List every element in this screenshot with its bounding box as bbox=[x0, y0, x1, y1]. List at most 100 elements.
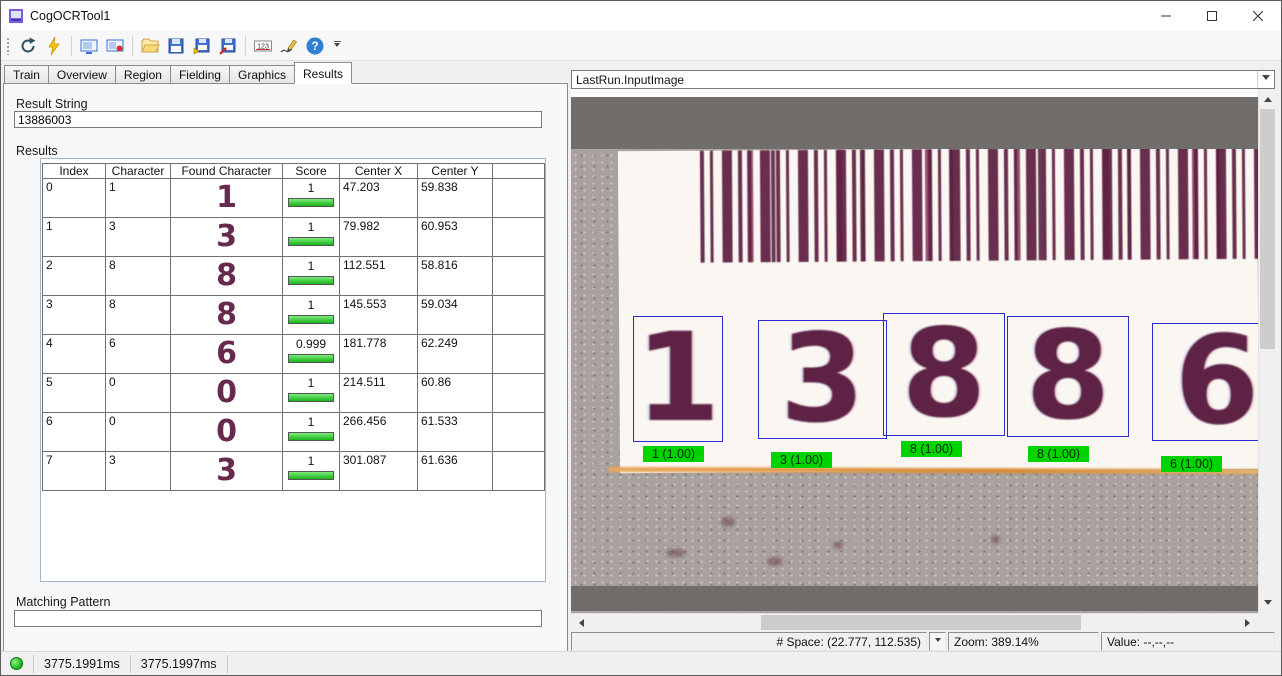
numeric-options-button[interactable]: 123 bbox=[251, 34, 275, 58]
horizontal-scrollbar[interactable] bbox=[571, 613, 1258, 630]
score-bar bbox=[288, 237, 334, 246]
detection-score-label: 6 (1.00) bbox=[1161, 456, 1222, 472]
cell-index: 0 bbox=[43, 179, 106, 218]
cell-character: 6 bbox=[106, 335, 171, 374]
image-source-combobox[interactable]: LastRun.InputImage bbox=[571, 70, 1275, 89]
tab-region[interactable]: Region bbox=[115, 65, 171, 84]
col-header-empty bbox=[493, 164, 545, 179]
cell-center-x: 79.982 bbox=[340, 218, 418, 257]
save-results-button[interactable] bbox=[190, 34, 214, 58]
score-bar-fill bbox=[289, 355, 333, 362]
table-row[interactable]: 5 0 0 1 214.511 60.86 bbox=[43, 374, 545, 413]
scroll-left-button[interactable] bbox=[571, 614, 588, 631]
cell-center-y: 61.636 bbox=[418, 452, 493, 491]
cell-character: 8 bbox=[106, 296, 171, 335]
results-label: Results bbox=[16, 144, 58, 158]
table-row[interactable]: 6 0 0 1 266.456 61.533 bbox=[43, 413, 545, 452]
scroll-right-button[interactable] bbox=[1241, 614, 1258, 631]
run-status-led bbox=[10, 657, 23, 670]
open-file-button[interactable] bbox=[138, 34, 162, 58]
scroll-down-button[interactable] bbox=[1259, 596, 1276, 613]
svg-text:?: ? bbox=[311, 41, 318, 53]
run-once-button[interactable] bbox=[42, 34, 66, 58]
triangle-right-icon bbox=[1245, 619, 1254, 627]
cell-center-x: 47.203 bbox=[340, 179, 418, 218]
app-icon bbox=[8, 8, 24, 24]
save-button[interactable] bbox=[164, 34, 188, 58]
cell-character: 8 bbox=[106, 257, 171, 296]
table-row[interactable]: 7 3 3 1 301.087 61.636 bbox=[43, 452, 545, 491]
matching-pattern-field[interactable] bbox=[14, 610, 542, 627]
minimize-button[interactable] bbox=[1143, 1, 1189, 30]
cell-character: 0 bbox=[106, 413, 171, 452]
maximize-icon bbox=[1207, 11, 1217, 21]
cell-index: 3 bbox=[43, 296, 106, 335]
chevron-down-icon bbox=[334, 43, 340, 50]
import-button[interactable] bbox=[216, 34, 240, 58]
image-source-dropdown-button[interactable] bbox=[1257, 71, 1274, 88]
vertical-scrollbar[interactable] bbox=[1258, 89, 1275, 613]
statusbar: 3775.1991ms 3775.1997ms bbox=[1, 651, 1281, 675]
close-button[interactable] bbox=[1235, 1, 1281, 30]
maximize-button[interactable] bbox=[1189, 1, 1235, 30]
vertical-scrollbar-thumb[interactable] bbox=[1260, 109, 1275, 349]
image-viewport[interactable]: 1 3 8 8 6 1 (1.00) 3 (1.00) 8 (1.00) 8 (… bbox=[571, 89, 1258, 613]
tab-overview[interactable]: Overview bbox=[48, 65, 116, 84]
cell-score: 1 bbox=[283, 218, 340, 257]
triangle-left-icon bbox=[575, 619, 584, 627]
table-row[interactable]: 1 3 3 1 79.982 60.953 bbox=[43, 218, 545, 257]
scroll-up-button[interactable] bbox=[1259, 89, 1276, 106]
cell-index: 1 bbox=[43, 218, 106, 257]
run-loop-button[interactable] bbox=[16, 34, 40, 58]
cell-empty bbox=[493, 374, 545, 413]
score-bar-fill bbox=[289, 316, 333, 323]
space-coordinates-cell: # Space: (22.777, 112.535) bbox=[571, 632, 927, 651]
signature-button[interactable] bbox=[277, 34, 301, 58]
toolbar-separator bbox=[132, 36, 133, 56]
save-floppy-icon bbox=[166, 36, 186, 56]
cell-score: 1 bbox=[283, 452, 340, 491]
col-header-center-y: Center Y bbox=[418, 164, 493, 179]
cell-center-y: 58.816 bbox=[418, 257, 493, 296]
tab-results[interactable]: Results bbox=[294, 62, 352, 84]
cell-center-x: 112.551 bbox=[340, 257, 418, 296]
tabstrip: Train Overview Region Fielding Graphics … bbox=[4, 62, 351, 84]
detected-digit: 8 bbox=[1026, 329, 1111, 424]
cell-center-y: 62.249 bbox=[418, 335, 493, 374]
detection-score-label: 8 (1.00) bbox=[1028, 446, 1089, 462]
score-bar bbox=[288, 432, 334, 441]
zoom-level-cell: Zoom: 389.14% bbox=[948, 632, 1099, 651]
horizontal-scrollbar-thumb[interactable] bbox=[761, 615, 1081, 630]
detected-digit: 6 bbox=[1175, 334, 1258, 429]
noise-spot bbox=[721, 517, 735, 527]
result-string-field[interactable] bbox=[14, 111, 542, 128]
tab-fielding[interactable]: Fielding bbox=[170, 65, 230, 84]
detection-box: 8 bbox=[883, 313, 1005, 436]
record-display-button[interactable] bbox=[103, 34, 127, 58]
space-selector-button[interactable] bbox=[929, 632, 946, 651]
cell-center-y: 60.953 bbox=[418, 218, 493, 257]
toolbar: 123 ? bbox=[1, 31, 1281, 61]
table-row[interactable]: 0 1 1 1 47.203 59.838 bbox=[43, 179, 545, 218]
toolbar-overflow-button[interactable] bbox=[330, 34, 344, 58]
table-row[interactable]: 2 8 8 1 112.551 58.816 bbox=[43, 257, 545, 296]
cell-found-character: 3 bbox=[171, 452, 283, 491]
tab-train[interactable]: Train bbox=[4, 65, 49, 84]
cell-character: 3 bbox=[106, 218, 171, 257]
live-display-button[interactable] bbox=[77, 34, 101, 58]
table-row[interactable]: 4 6 6 0.999 181.778 62.249 bbox=[43, 335, 545, 374]
score-bar-fill bbox=[289, 472, 333, 479]
detection-score-label: 8 (1.00) bbox=[901, 441, 962, 457]
detection-box: 3 bbox=[758, 320, 887, 439]
toolbar-separator bbox=[71, 36, 72, 56]
cell-index: 6 bbox=[43, 413, 106, 452]
cell-empty bbox=[493, 179, 545, 218]
window-title: CogOCRTool1 bbox=[30, 9, 110, 23]
cell-index: 2 bbox=[43, 257, 106, 296]
detection-score-label: 3 (1.00) bbox=[771, 452, 832, 468]
lightning-icon bbox=[44, 36, 64, 56]
help-button[interactable]: ? bbox=[303, 34, 327, 58]
tab-graphics[interactable]: Graphics bbox=[229, 65, 295, 84]
table-row[interactable]: 3 8 8 1 145.553 59.034 bbox=[43, 296, 545, 335]
toolbar-grip[interactable] bbox=[6, 37, 11, 55]
